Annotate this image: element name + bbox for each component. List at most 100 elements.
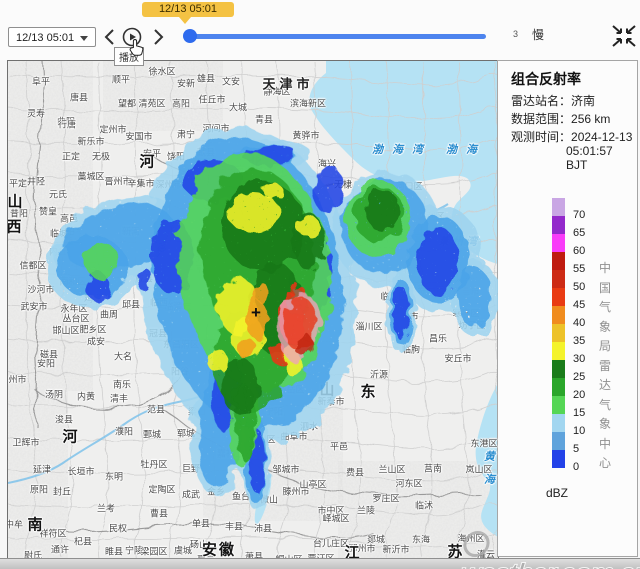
county-label: 新沂市 [382, 543, 409, 556]
county-label: 东明 [105, 470, 123, 483]
county-label: 大名 [114, 350, 132, 363]
colorbar-tick: 5 [573, 443, 579, 455]
water-label: 渤 海 湾 [372, 141, 426, 157]
county-label: 高阳 [172, 97, 190, 110]
colorbar-tick: 0 [573, 461, 579, 473]
cma-vertical-char: 国 [598, 279, 612, 296]
county-label: 山亭区 [299, 478, 326, 491]
county-label: 信都区 [19, 259, 46, 272]
radar-station-marker: + [251, 303, 261, 323]
county-label: 肃宁 [177, 128, 195, 141]
cma-vertical-char: 达 [598, 376, 612, 393]
speed-slow-button[interactable]: 慢 [532, 26, 544, 43]
province-label: 安徽 [202, 539, 236, 560]
county-label: 汶上 [233, 417, 251, 430]
cma-vertical-char: 中 [598, 435, 612, 452]
colorbar-segment [552, 288, 565, 306]
colorbar-segment [552, 216, 565, 234]
county-label: 赞皇 [39, 205, 57, 218]
time-slider-handle[interactable] [183, 29, 197, 43]
time-slider-track[interactable] [186, 34, 486, 39]
county-label: 滨海新区 [290, 97, 326, 110]
county-label: 长垣市 [67, 465, 94, 478]
prev-frame-button[interactable] [100, 27, 120, 47]
county-label: 东昌府区 [163, 338, 199, 351]
colorbar-unit: dBZ [546, 486, 568, 500]
county-label: 范县 [147, 403, 165, 416]
colorbar-tick: 30 [573, 353, 585, 365]
cma-vertical-char: 雷 [598, 357, 612, 374]
colorbar-segment [552, 270, 565, 288]
colorbar-segment [552, 396, 565, 414]
county-label: 罗庄区 [372, 492, 399, 505]
obs-time-label: 观测时间： [511, 130, 571, 144]
county-label: 临淄区 [380, 290, 407, 303]
county-label: 高邑 [60, 212, 78, 225]
water-label: 海 [484, 471, 498, 487]
county-label: 河口区 [395, 180, 422, 193]
radar-map[interactable]: 阜平唐县顺平徐水区安新雄县文安大城任丘市曲阳望都清苑区高阳河间市灵寿行唐定州市安… [7, 60, 499, 559]
county-label: 邯山区 [52, 324, 79, 337]
county-label: 郓城 [177, 427, 195, 440]
province-label: 西 [7, 216, 24, 237]
county-label: 坊子区 [458, 319, 485, 332]
county-label: 成武 [182, 488, 200, 501]
county-label: 利津 [392, 205, 410, 218]
colorbar-segment [552, 252, 565, 270]
colorbar-segment [552, 324, 565, 342]
cma-vertical-char: 心 [598, 454, 612, 471]
colorbar-tick: 60 [573, 245, 585, 257]
county-label: 邱县 [122, 298, 140, 311]
county-label: 无极 [92, 150, 110, 163]
county-label: 深州市 [155, 178, 182, 191]
province-label: 东 [360, 381, 377, 402]
colorbar-segment [552, 342, 565, 360]
colorbar-tick: 15 [573, 407, 585, 419]
colorbar-tick: 45 [573, 299, 585, 311]
county-label: 安新 [177, 77, 195, 90]
county-label: 青州市 [391, 310, 418, 323]
county-label: 通许 [51, 543, 69, 556]
county-label: 冠县 [149, 327, 167, 340]
county-label: 阳谷 [171, 365, 189, 378]
radar-app: 12/13 05:01 12/13 05:01 播放 3 慢 [0, 0, 640, 569]
county-label: 兖州区 [248, 433, 275, 446]
next-frame-button[interactable] [148, 27, 168, 47]
colorbar-segment [552, 378, 565, 396]
colorbar-tick: 10 [573, 425, 585, 437]
data-range-row: 数据范围：256 km [511, 110, 610, 127]
colorbar-segment [552, 360, 565, 378]
county-label: 兰考 [97, 502, 115, 515]
county-label: 内黄 [77, 390, 95, 403]
toolbar: 12/13 05:01 12/13 05:01 播放 3 慢 [0, 0, 640, 60]
county-label: 曲周 [100, 308, 118, 321]
county-label: 单县 [192, 517, 210, 530]
county-label: 寿光市 [417, 283, 444, 296]
county-label: 东营区 [404, 232, 431, 245]
county-label: 淄川区 [355, 320, 382, 333]
county-label: 微山 [260, 493, 278, 506]
county-label: 清苑区 [138, 97, 165, 110]
county-label: 岱岳区 [277, 383, 304, 396]
county-label: 沾化区 [359, 195, 386, 208]
county-label: 无棣 [334, 178, 352, 191]
county-label: 望都 [118, 97, 136, 110]
county-label: 行唐 [58, 118, 76, 131]
county-label: 雄县 [197, 72, 215, 85]
colorbar-tick: 70 [573, 209, 585, 221]
colorbar-tick: 55 [573, 263, 585, 275]
county-label: 安丘市 [444, 352, 471, 365]
collapse-fullscreen-button[interactable] [610, 24, 638, 53]
colorbar-tick: 65 [573, 227, 585, 239]
cma-vertical-char: 象 [598, 318, 612, 335]
county-label: 昌邑市 [452, 285, 479, 298]
time-dropdown[interactable]: 12/13 05:01 [8, 27, 96, 47]
province-label: 北 [247, 153, 264, 174]
county-label: 徐水区 [148, 65, 175, 78]
cma-vertical-char: 局 [598, 337, 612, 354]
chevron-down-icon [80, 36, 88, 45]
county-label: 昌乐 [429, 332, 447, 345]
obs-time-row: 观测时间：2024-12-13 [511, 128, 632, 145]
county-label: 临清市 [164, 300, 191, 313]
county-label: 元氏 [49, 188, 67, 201]
